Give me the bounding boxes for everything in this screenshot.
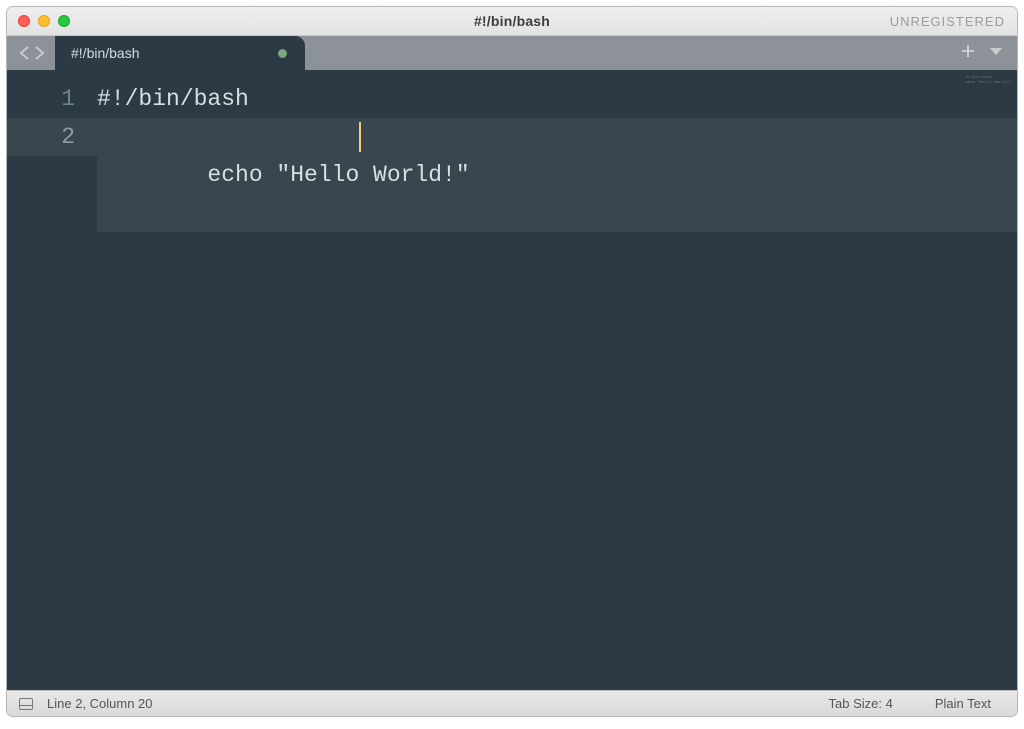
minimap[interactable]: #!/bin/bashecho "Hello World!" xyxy=(965,76,1011,86)
triangle-down-icon[interactable] xyxy=(989,44,1003,62)
close-window-button[interactable] xyxy=(18,15,30,27)
status-bar: Line 2, Column 20 Tab Size: 4 Plain Text xyxy=(7,690,1017,716)
editor-area[interactable]: 1 2 #!/bin/bash echo "Hello World!" #!/b… xyxy=(7,70,1017,690)
traffic-lights xyxy=(7,15,70,27)
tab-bar-spacer xyxy=(305,36,961,70)
tab-title: #!/bin/bash xyxy=(71,45,140,61)
code-line[interactable]: #!/bin/bash xyxy=(97,80,1017,118)
maximize-window-button[interactable] xyxy=(58,15,70,27)
gutter: 1 2 xyxy=(7,70,97,690)
cursor-position-label[interactable]: Line 2, Column 20 xyxy=(47,696,153,711)
tab-bar-actions xyxy=(961,36,1017,70)
tab-size-label[interactable]: Tab Size: 4 xyxy=(815,696,907,711)
tab-bar: #!/bin/bash xyxy=(7,36,1017,70)
nav-arrows xyxy=(7,36,55,70)
line-number: 1 xyxy=(7,80,97,118)
code-text: echo "Hello World!" xyxy=(207,162,469,188)
code-area[interactable]: #!/bin/bash echo "Hello World!" #!/bin/b… xyxy=(97,70,1017,690)
plus-icon[interactable] xyxy=(961,44,975,63)
minimize-window-button[interactable] xyxy=(38,15,50,27)
window-title: #!/bin/bash xyxy=(474,13,550,29)
titlebar: #!/bin/bash UNREGISTERED xyxy=(7,7,1017,36)
panel-toggle-icon[interactable] xyxy=(19,698,33,710)
registration-state-label: UNREGISTERED xyxy=(890,14,1017,29)
line-number: 2 xyxy=(7,118,97,156)
nav-forward-icon[interactable] xyxy=(33,46,45,60)
nav-back-icon[interactable] xyxy=(19,46,31,60)
editor-window: #!/bin/bash UNREGISTERED #!/bin/bash xyxy=(6,6,1018,717)
syntax-mode-label[interactable]: Plain Text xyxy=(921,696,1005,711)
tab-active[interactable]: #!/bin/bash xyxy=(55,36,305,70)
code-line[interactable]: echo "Hello World!" xyxy=(97,118,1017,232)
text-cursor xyxy=(359,122,361,152)
tab-dirty-indicator-icon xyxy=(278,49,287,58)
